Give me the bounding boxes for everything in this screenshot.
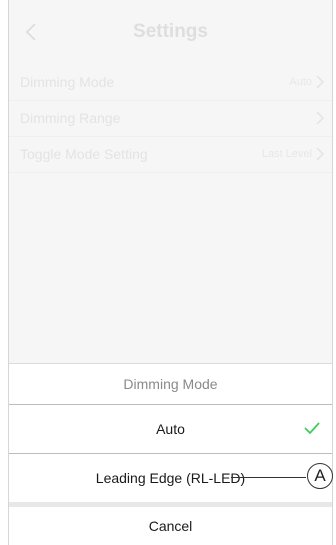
callout-marker: A xyxy=(307,463,333,489)
phone-screen: Settings Dimming Mode Auto Dimming Range… xyxy=(8,0,333,545)
checkmark-icon xyxy=(304,422,320,435)
option-label: Auto xyxy=(156,421,185,437)
callout-line xyxy=(231,477,306,478)
cancel-button[interactable]: Cancel xyxy=(9,507,332,545)
sheet-title: Dimming Mode xyxy=(9,364,332,405)
option-leading-edge[interactable]: Leading Edge (RL-LED) xyxy=(9,454,332,502)
option-label: Leading Edge (RL-LED) xyxy=(95,470,246,486)
callout-label: A xyxy=(314,466,326,485)
action-sheet: Dimming Mode Auto Leading Edge (RL-LED) … xyxy=(9,363,332,545)
option-auto[interactable]: Auto xyxy=(9,405,332,454)
cancel-label: Cancel xyxy=(148,518,193,534)
